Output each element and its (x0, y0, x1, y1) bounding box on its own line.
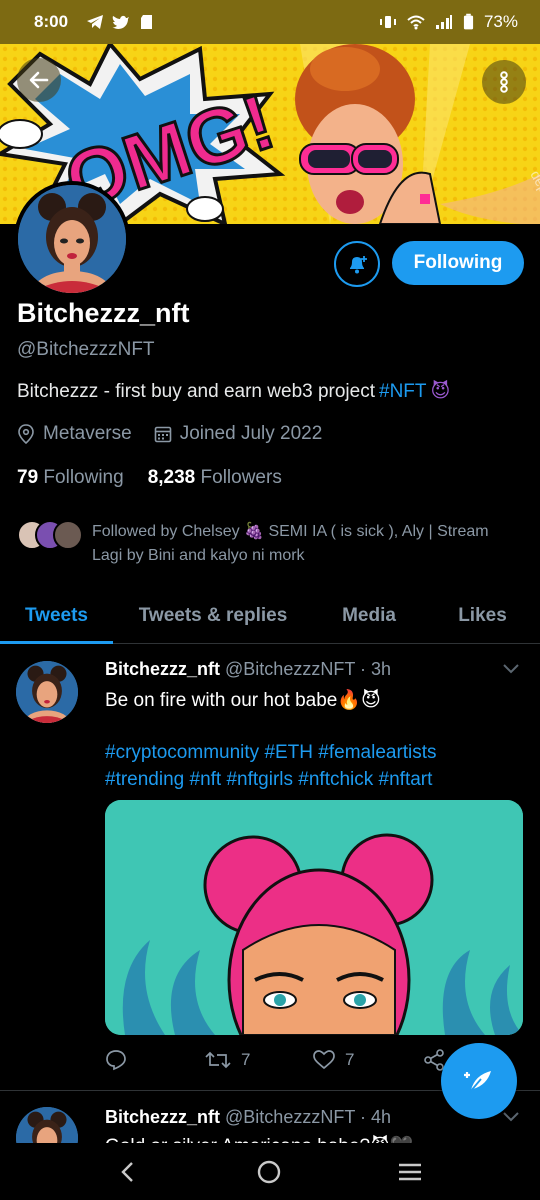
profile-meta: Metaverse Joined July 2022 (17, 423, 322, 445)
tab-media[interactable]: Media (313, 588, 425, 643)
heart-icon (313, 1050, 335, 1070)
following-count: 79 (17, 467, 39, 488)
tweet-avatar[interactable] (16, 661, 78, 723)
share-button[interactable] (423, 1049, 445, 1071)
back-button[interactable] (17, 58, 61, 102)
tweet-header: Bitchezzz_nft @BitchezzzNFT · 4h (105, 1107, 391, 1128)
tab-likes[interactable]: Likes (425, 588, 540, 643)
tweet-time: · 3h (360, 659, 392, 679)
bell-plus-icon (350, 256, 367, 274)
calendar-icon (154, 426, 172, 443)
back-nav-icon[interactable] (117, 1160, 141, 1184)
profile-tabs: Tweets Tweets & replies Media Likes (0, 588, 540, 644)
profile-counts: 79 Following 8,238 Followers (17, 467, 282, 489)
avatar-image (16, 661, 78, 723)
hashtag-line[interactable]: #cryptocommunity #ETH #femaleartists (105, 739, 525, 766)
bio-hashtag-link[interactable]: #NFT (379, 381, 427, 403)
like-count: 7 (345, 1050, 355, 1069)
system-nav-bar (0, 1143, 540, 1200)
tweet-author-handle: @BitchezzzNFT (225, 659, 355, 679)
profile-display-name: Bitchezzz_nft (17, 298, 190, 328)
arrow-left-icon (29, 71, 49, 89)
chevron-down-icon[interactable] (502, 663, 520, 675)
tweet-text: Be on fire with our hot babe🔥😈 (105, 690, 381, 711)
profile-bio: Bitchezzz - first buy and earn web3 proj… (17, 380, 450, 403)
following-button[interactable]: Following (392, 241, 524, 285)
signal-icon (435, 15, 452, 29)
vibrate-icon (379, 16, 396, 28)
profile-handle: @BitchezzzNFT (17, 339, 155, 360)
tweet-time: · 4h (360, 1107, 392, 1127)
following-label: Following (43, 467, 124, 488)
profile-joined: Joined July 2022 (179, 423, 323, 444)
tweet-author-name[interactable]: Bitchezzz_nft (105, 1107, 220, 1127)
twitter-bird-icon (112, 15, 130, 30)
tweet-author-handle: @BitchezzzNFT (225, 1107, 355, 1127)
battery-icon (463, 13, 474, 30)
sd-card-icon (141, 15, 153, 29)
reply-icon (106, 1050, 126, 1071)
share-icon (424, 1049, 444, 1071)
bio-text: Bitchezzz - first buy and earn web3 proj… (17, 380, 376, 402)
profile-location: Metaverse (43, 423, 132, 444)
status-time: 8:00 (34, 12, 69, 31)
hashtag-line[interactable]: #trending #nft #nftgirls #nftchick #nfta… (105, 766, 525, 793)
followers-label: Followers (200, 467, 282, 488)
tweet-media-image[interactable] (105, 800, 523, 1035)
home-nav-icon[interactable] (255, 1158, 283, 1186)
location-pin-icon (18, 424, 34, 444)
compose-tweet-button[interactable] (441, 1043, 517, 1119)
tweet-author-name[interactable]: Bitchezzz_nft (105, 659, 220, 679)
tweet-header: Bitchezzz_nft @BitchezzzNFT · 3h (105, 659, 391, 680)
telegram-icon (87, 15, 104, 29)
tab-tweets-replies[interactable]: Tweets & replies (113, 588, 313, 643)
following-count-link[interactable]: 79 Following (17, 467, 124, 489)
status-bar: 8:00 73% (0, 0, 540, 44)
reply-button[interactable] (105, 1049, 205, 1071)
followers-count-link[interactable]: 8,238 Followers (148, 467, 282, 489)
followers-count: 8,238 (147, 467, 196, 488)
bio-emoji: 😈 (430, 381, 451, 402)
notifications-button[interactable] (334, 241, 380, 287)
profile-avatar[interactable] (14, 181, 130, 297)
compose-feather-icon (464, 1071, 491, 1093)
more-options-button[interactable] (482, 60, 526, 104)
tweet-hashtags: #cryptocommunity #ETH #femaleartists #tr… (105, 739, 525, 793)
battery-percent: 73% (483, 12, 518, 31)
wifi-icon (407, 15, 425, 30)
retweet-button[interactable]: 7 (205, 1049, 313, 1071)
more-vertical-icon (500, 71, 508, 93)
tab-tweets[interactable]: Tweets (0, 588, 113, 644)
retweet-count: 7 (241, 1050, 251, 1069)
tweet-avatar[interactable] (16, 1107, 78, 1143)
mutual-avatar (53, 520, 83, 550)
followed-by-text[interactable]: Followed by Chelsey 🍇 SEMI IA ( is sick … (92, 520, 522, 568)
retweet-icon (205, 1051, 231, 1069)
recents-nav-icon[interactable] (397, 1161, 423, 1183)
tweet-text: Gold or silver Americano babe?😈🖤 (105, 1133, 525, 1143)
avatar-image (18, 185, 126, 293)
media-illustration (105, 800, 523, 1035)
like-button[interactable]: 7 (313, 1050, 423, 1070)
avatar-image (16, 1107, 78, 1143)
followed-by-avatars[interactable] (17, 520, 83, 550)
chevron-down-icon[interactable] (502, 1111, 520, 1123)
